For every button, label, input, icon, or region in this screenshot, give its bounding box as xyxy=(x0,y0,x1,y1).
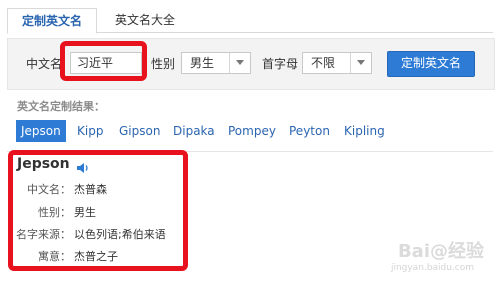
name-option-dipaka[interactable]: Dipaka xyxy=(173,120,215,142)
name-option-gipson[interactable]: Gipson xyxy=(119,120,160,142)
watermark-url: jingyan.baidu.com xyxy=(390,263,474,273)
gender-select[interactable]: 男生 xyxy=(181,52,251,74)
tab-custom-english-name[interactable]: 定制英文名 xyxy=(7,8,97,34)
gender-label: 性别 xyxy=(151,57,176,71)
initial-select[interactable]: 不限 xyxy=(302,52,372,74)
initial-select-value: 不限 xyxy=(311,56,336,70)
gender-select-value: 男生 xyxy=(190,56,215,70)
tab-english-name-list[interactable]: 英文名大全 xyxy=(103,8,187,32)
chevron-down-icon xyxy=(229,53,250,73)
baidu-watermark-logo: Bai@经验 xyxy=(397,241,484,262)
detail-highlight-box xyxy=(8,150,188,271)
name-option-jepson[interactable]: Jepson xyxy=(16,120,66,142)
custom-english-name-button[interactable]: 定制英文名 xyxy=(387,51,475,77)
results-title: 英文名定制结果： xyxy=(17,100,105,113)
chevron-down-icon xyxy=(350,53,371,73)
name-option-peyton[interactable]: Peyton xyxy=(289,120,330,142)
initial-label: 首字母 xyxy=(262,57,299,71)
tab-bar: 定制英文名 英文名大全 xyxy=(7,8,493,34)
name-option-kipp[interactable]: Kipp xyxy=(77,120,103,142)
chinese-name-label: 中文名 xyxy=(26,57,63,71)
name-option-pompey[interactable]: Pompey xyxy=(228,120,276,142)
input-highlight-box xyxy=(60,41,147,81)
name-option-kipling[interactable]: Kipling xyxy=(344,120,385,142)
